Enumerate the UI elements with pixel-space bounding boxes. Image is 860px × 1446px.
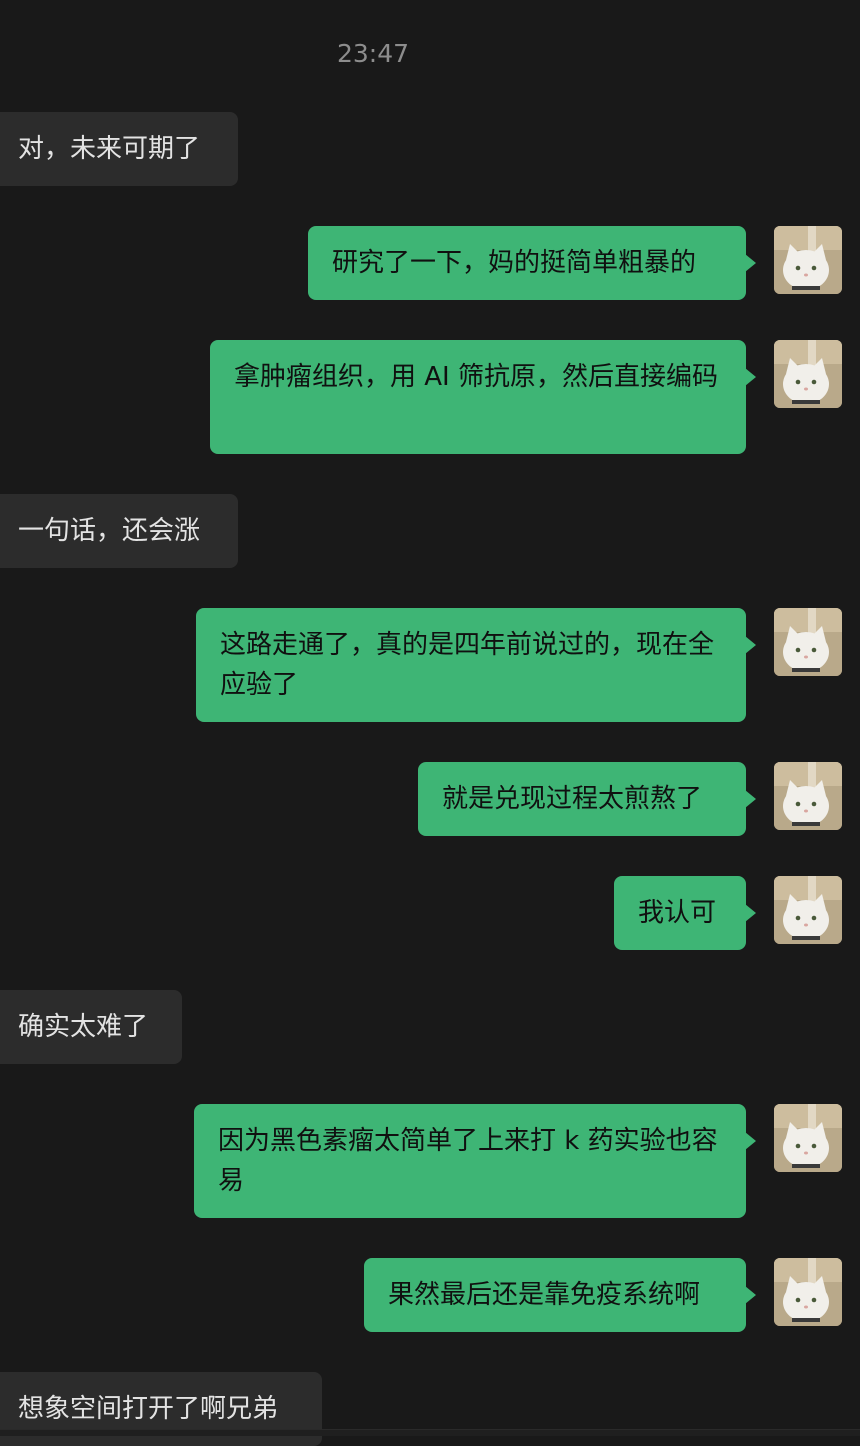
cat-avatar-icon[interactable] [774, 340, 842, 408]
cat-avatar-icon[interactable] [774, 608, 842, 676]
incoming-message[interactable]: 一句话，还会涨 [0, 494, 238, 568]
outgoing-message[interactable]: 因为黑色素瘤太简单了上来打 k 药实验也容易 [194, 1104, 756, 1218]
cat-avatar-icon[interactable] [774, 876, 842, 944]
outgoing-message[interactable]: 拿肿瘤组织，用 AI 筛抗原，然后直接编码 [210, 340, 756, 454]
chat-timestamp: 23:47 [336, 39, 410, 68]
outgoing-message[interactable]: 这路走通了，真的是四年前说过的，现在全应验了 [196, 608, 756, 722]
incoming-message[interactable]: 确实太难了 [0, 990, 182, 1064]
cat-avatar-icon[interactable] [774, 1258, 842, 1326]
outgoing-message[interactable]: 就是兑现过程太煎熬了 [418, 762, 756, 836]
outgoing-message[interactable]: 研究了一下，妈的挺简单粗暴的 [308, 226, 756, 300]
input-bar-edge [0, 1429, 860, 1436]
cat-avatar-icon[interactable] [774, 762, 842, 830]
incoming-message[interactable]: 对，未来可期了 [0, 112, 238, 186]
outgoing-message[interactable]: 果然最后还是靠免疫系统啊 [364, 1258, 756, 1332]
cat-avatar-icon[interactable] [774, 226, 842, 294]
outgoing-message[interactable]: 我认可 [614, 876, 756, 950]
cat-avatar-icon[interactable] [774, 1104, 842, 1172]
